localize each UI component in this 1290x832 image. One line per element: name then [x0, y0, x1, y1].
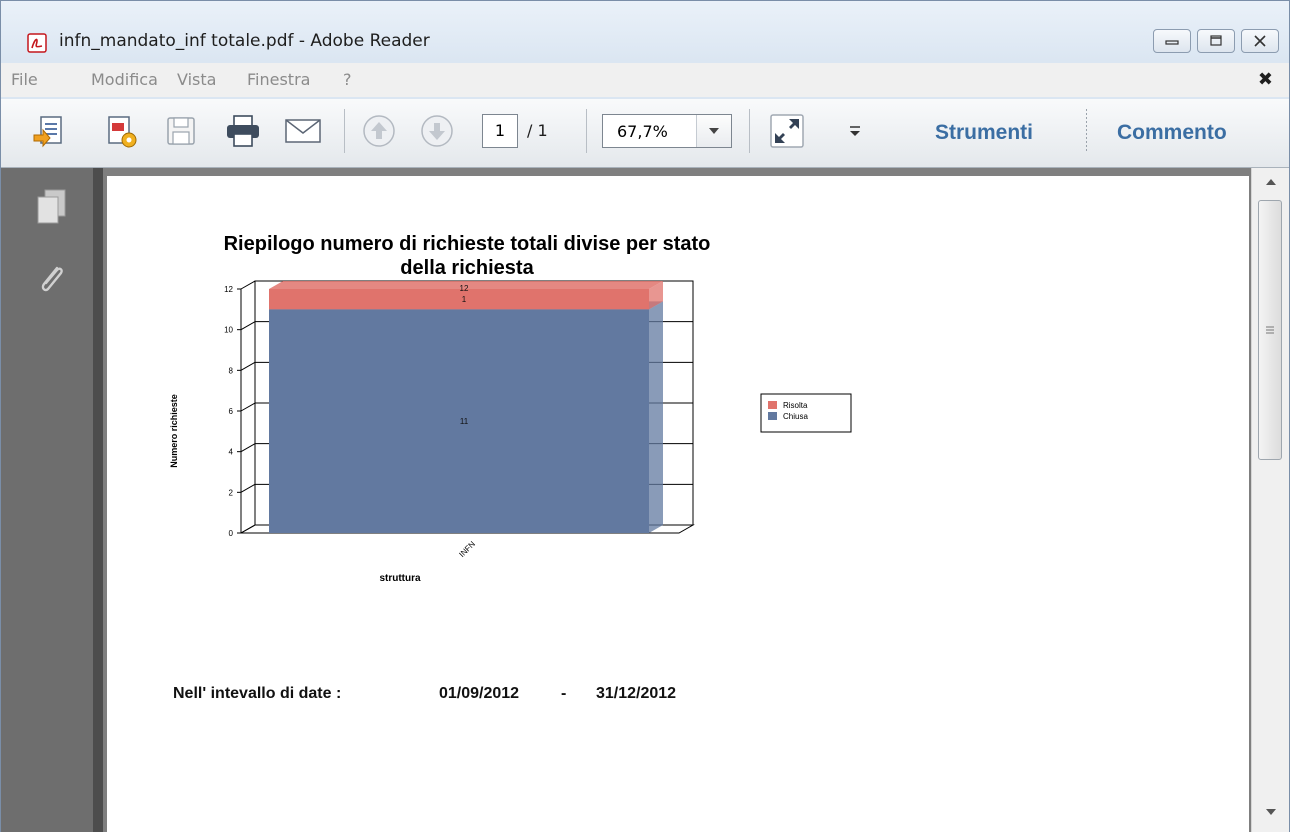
- legend-label-risolta: Risolta: [783, 401, 808, 410]
- fit-page-icon: [770, 114, 804, 148]
- date-separator: -: [561, 685, 567, 702]
- y-tick-label: 12: [224, 285, 233, 294]
- document-viewer: Riepilogo numero di richieste totali div…: [103, 168, 1251, 832]
- gridline-depth: [240, 361, 256, 371]
- create-pdf-icon: [33, 116, 62, 148]
- pages-panel-icon[interactable]: [35, 188, 69, 226]
- zoom-dropdown-button[interactable]: [696, 115, 731, 147]
- toolbar-separator: [1086, 109, 1087, 153]
- gridline-depth: [240, 321, 256, 331]
- window-title: infn_mandato_inf totale.pdf - Adobe Read…: [59, 31, 430, 51]
- scroll-down-icon[interactable]: [1265, 808, 1277, 816]
- toolbar: 1 / 1 67,7% Strumenti Commento: [1, 99, 1289, 168]
- save-icon: [167, 117, 195, 145]
- toolbar-separator: [586, 109, 587, 153]
- chart-title-line-1: Riepilogo numero di richieste totali div…: [223, 233, 711, 255]
- scroll-up-icon[interactable]: [1265, 178, 1277, 186]
- vertical-scrollbar[interactable]: [1251, 168, 1289, 832]
- legend-swatch-risolta: [768, 401, 777, 409]
- navigation-pane-divider[interactable]: [93, 168, 103, 832]
- chevron-down-icon: [709, 128, 719, 134]
- date-range-label: Nell' intevallo di date :: [173, 685, 342, 702]
- close-icon: [1254, 35, 1266, 47]
- navigation-pane: [1, 168, 93, 832]
- export-pdf-button[interactable]: [101, 111, 141, 151]
- gridline-depth: [240, 443, 256, 453]
- page-total: / 1: [527, 121, 548, 140]
- pdf-file-icon: [27, 33, 47, 53]
- close-document-icon[interactable]: ✖: [1258, 69, 1273, 90]
- next-page-button[interactable]: [417, 111, 457, 151]
- more-tools-button[interactable]: [835, 111, 875, 151]
- date-from: 01/09/2012: [439, 685, 520, 702]
- grip-icon: [1266, 326, 1274, 334]
- tools-link[interactable]: Strumenti: [935, 121, 1033, 145]
- gridline-depth: [240, 483, 256, 493]
- bar-side-chiusa: [649, 301, 663, 533]
- menu-file[interactable]: File: [11, 70, 38, 89]
- y-tick-label: 6: [229, 407, 234, 416]
- page-number-input[interactable]: 1: [482, 114, 518, 148]
- y-tick-label: 2: [229, 488, 234, 497]
- chart-title: Riepilogo numero di richieste totali div…: [167, 232, 767, 280]
- full-screen-button[interactable]: [767, 111, 807, 151]
- total-label: 12: [460, 284, 469, 293]
- scroll-thumb[interactable]: [1258, 200, 1282, 460]
- toolbar-separator: [344, 109, 345, 153]
- toolbar-separator: [749, 109, 750, 153]
- gridline-depth: [240, 280, 256, 290]
- attachments-icon[interactable]: [35, 262, 69, 298]
- stacked-bar-chart: 02468101211112INFNstrutturaNumero richie…: [169, 280, 852, 584]
- previous-page-icon: [363, 115, 395, 147]
- data-label-risolta: 1: [462, 295, 467, 304]
- email-icon: [285, 119, 321, 143]
- y-axis-title: Numero richieste: [169, 394, 179, 468]
- more-tools-icon: [850, 126, 860, 136]
- maximize-icon: [1210, 35, 1222, 46]
- y-tick-label: 8: [229, 366, 234, 375]
- minimize-button[interactable]: [1153, 29, 1191, 53]
- close-button[interactable]: [1241, 29, 1279, 53]
- date-to: 31/12/2012: [596, 685, 677, 702]
- menu-modifica[interactable]: Modifica: [91, 70, 158, 89]
- y-tick-label: 4: [229, 448, 234, 457]
- x-tick-label: INFN: [457, 539, 477, 559]
- menu-vista[interactable]: Vista: [177, 70, 216, 89]
- previous-page-button[interactable]: [359, 111, 399, 151]
- next-page-icon: [421, 115, 453, 147]
- gridline-depth: [240, 402, 256, 412]
- zoom-select[interactable]: 67,7%: [602, 114, 732, 148]
- save-button[interactable]: [161, 111, 201, 151]
- export-pdf-icon: [108, 116, 137, 148]
- email-button[interactable]: [283, 111, 323, 151]
- menu-finestra[interactable]: Finestra: [247, 70, 310, 89]
- data-label-chiusa: 11: [460, 417, 469, 426]
- print-button[interactable]: [223, 111, 263, 151]
- x-axis-title: struttura: [379, 573, 421, 584]
- pdf-page: Riepilogo numero di richieste totali div…: [107, 176, 1249, 832]
- legend-swatch-chiusa: [768, 412, 777, 420]
- menu-help[interactable]: ?: [343, 70, 352, 89]
- y-tick-label: 10: [224, 326, 233, 335]
- legend-label-chiusa: Chiusa: [783, 412, 808, 421]
- comment-link[interactable]: Commento: [1117, 121, 1227, 145]
- maximize-button[interactable]: [1197, 29, 1235, 53]
- reader-window: infn_mandato_inf totale.pdf - Adobe Read…: [0, 0, 1290, 832]
- minimize-icon: [1165, 40, 1179, 45]
- title-bar[interactable]: infn_mandato_inf totale.pdf - Adobe Read…: [1, 1, 1289, 61]
- y-tick-label: 0: [229, 529, 234, 538]
- menu-bar: File Modifica Vista Finestra ? ✖: [1, 63, 1289, 97]
- print-icon: [227, 115, 259, 147]
- zoom-value: 67,7%: [617, 122, 668, 141]
- create-pdf-button[interactable]: [29, 111, 69, 151]
